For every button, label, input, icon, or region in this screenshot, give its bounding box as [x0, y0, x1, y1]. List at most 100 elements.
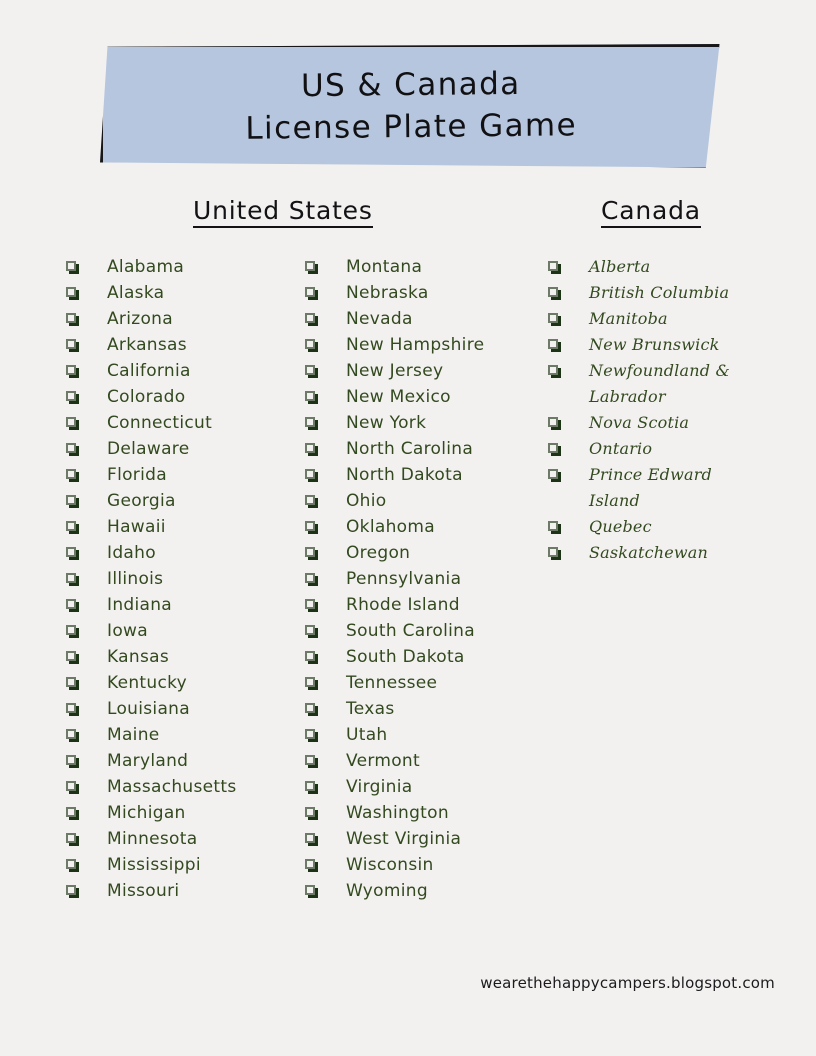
- checklist-item[interactable]: Mississippi: [66, 852, 296, 878]
- checklist-item[interactable]: Iowa: [66, 618, 296, 644]
- checkbox-icon[interactable]: [66, 391, 76, 401]
- checkbox-icon[interactable]: [548, 443, 558, 453]
- checkbox-icon[interactable]: [66, 625, 76, 635]
- checklist-item[interactable]: Maine: [66, 722, 296, 748]
- checklist-item[interactable]: Florida: [66, 462, 296, 488]
- checkbox-icon[interactable]: [66, 521, 76, 531]
- checkbox-icon[interactable]: [66, 443, 76, 453]
- checkbox-icon[interactable]: [66, 469, 76, 479]
- checkbox-icon[interactable]: [305, 859, 315, 869]
- checkbox-icon[interactable]: [305, 417, 315, 427]
- checklist-item[interactable]: Nova Scotia: [548, 410, 788, 436]
- checkbox-icon[interactable]: [548, 261, 558, 271]
- checklist-item[interactable]: Connecticut: [66, 410, 296, 436]
- checkbox-icon[interactable]: [305, 261, 315, 271]
- checkbox-icon[interactable]: [305, 755, 315, 765]
- checklist-item[interactable]: New Brunswick: [548, 332, 788, 358]
- checklist-item[interactable]: West Virginia: [305, 826, 555, 852]
- checkbox-icon[interactable]: [66, 417, 76, 427]
- checklist-item[interactable]: Maryland: [66, 748, 296, 774]
- checklist-item[interactable]: Minnesota: [66, 826, 296, 852]
- checklist-item[interactable]: Hawaii: [66, 514, 296, 540]
- checklist-item[interactable]: Oregon: [305, 540, 555, 566]
- checkbox-icon[interactable]: [305, 599, 315, 609]
- checkbox-icon[interactable]: [66, 885, 76, 895]
- checklist-item[interactable]: Manitoba: [548, 306, 788, 332]
- checkbox-icon[interactable]: [66, 365, 76, 375]
- checklist-item[interactable]: Louisiana: [66, 696, 296, 722]
- checklist-item[interactable]: Alaska: [66, 280, 296, 306]
- checklist-item[interactable]: Wyoming: [305, 878, 555, 904]
- checklist-item[interactable]: Idaho: [66, 540, 296, 566]
- checkbox-icon[interactable]: [305, 573, 315, 583]
- checklist-item[interactable]: Pennsylvania: [305, 566, 555, 592]
- checkbox-icon[interactable]: [66, 547, 76, 557]
- checklist-item[interactable]: Texas: [305, 696, 555, 722]
- checkbox-icon[interactable]: [305, 339, 315, 349]
- checklist-item[interactable]: Montana: [305, 254, 555, 280]
- checkbox-icon[interactable]: [305, 495, 315, 505]
- checkbox-icon[interactable]: [66, 729, 76, 739]
- checkbox-icon[interactable]: [305, 287, 315, 297]
- checkbox-icon[interactable]: [548, 417, 558, 427]
- checkbox-icon[interactable]: [305, 651, 315, 661]
- checkbox-icon[interactable]: [66, 859, 76, 869]
- checklist-item[interactable]: Virginia: [305, 774, 555, 800]
- checkbox-icon[interactable]: [66, 807, 76, 817]
- checkbox-icon[interactable]: [66, 833, 76, 843]
- checkbox-icon[interactable]: [66, 781, 76, 791]
- checkbox-icon[interactable]: [66, 651, 76, 661]
- checklist-item[interactable]: Wisconsin: [305, 852, 555, 878]
- checkbox-icon[interactable]: [305, 781, 315, 791]
- checkbox-icon[interactable]: [66, 339, 76, 349]
- checklist-item[interactable]: Delaware: [66, 436, 296, 462]
- checkbox-icon[interactable]: [305, 807, 315, 817]
- checkbox-icon[interactable]: [548, 287, 558, 297]
- checkbox-icon[interactable]: [548, 521, 558, 531]
- checklist-item[interactable]: South Carolina: [305, 618, 555, 644]
- checklist-item[interactable]: Quebec: [548, 514, 788, 540]
- checklist-item[interactable]: Ontario: [548, 436, 788, 462]
- checkbox-icon[interactable]: [66, 599, 76, 609]
- checklist-item[interactable]: Vermont: [305, 748, 555, 774]
- checkbox-icon[interactable]: [66, 287, 76, 297]
- checklist-item[interactable]: Alabama: [66, 254, 296, 280]
- checkbox-icon[interactable]: [305, 547, 315, 557]
- checkbox-icon[interactable]: [305, 729, 315, 739]
- checkbox-icon[interactable]: [305, 313, 315, 323]
- checkbox-icon[interactable]: [305, 521, 315, 531]
- checklist-item[interactable]: Kentucky: [66, 670, 296, 696]
- checklist-item[interactable]: Alberta: [548, 254, 788, 280]
- checkbox-icon[interactable]: [305, 703, 315, 713]
- checklist-item[interactable]: Illinois: [66, 566, 296, 592]
- checklist-item[interactable]: Colorado: [66, 384, 296, 410]
- checkbox-icon[interactable]: [66, 677, 76, 687]
- checkbox-icon[interactable]: [548, 339, 558, 349]
- checklist-item[interactable]: California: [66, 358, 296, 384]
- checkbox-icon[interactable]: [305, 365, 315, 375]
- checklist-item[interactable]: Saskatchewan: [548, 540, 788, 566]
- checklist-item[interactable]: New Hampshire: [305, 332, 555, 358]
- checklist-item[interactable]: Oklahoma: [305, 514, 555, 540]
- checklist-item[interactable]: Arkansas: [66, 332, 296, 358]
- checkbox-icon[interactable]: [548, 365, 558, 375]
- checkbox-icon[interactable]: [305, 677, 315, 687]
- checkbox-icon[interactable]: [66, 495, 76, 505]
- checkbox-icon[interactable]: [548, 313, 558, 323]
- checklist-item[interactable]: Newfoundland & Labrador: [548, 358, 788, 410]
- checkbox-icon[interactable]: [66, 573, 76, 583]
- checklist-item[interactable]: Indiana: [66, 592, 296, 618]
- checklist-item[interactable]: Washington: [305, 800, 555, 826]
- checklist-item[interactable]: Prince Edward Island: [548, 462, 788, 514]
- checkbox-icon[interactable]: [305, 625, 315, 635]
- checkbox-icon[interactable]: [548, 547, 558, 557]
- checkbox-icon[interactable]: [66, 755, 76, 765]
- checklist-item[interactable]: South Dakota: [305, 644, 555, 670]
- checkbox-icon[interactable]: [305, 469, 315, 479]
- checklist-item[interactable]: Ohio: [305, 488, 555, 514]
- checklist-item[interactable]: Massachusetts: [66, 774, 296, 800]
- checklist-item[interactable]: Tennessee: [305, 670, 555, 696]
- checklist-item[interactable]: Missouri: [66, 878, 296, 904]
- checklist-item[interactable]: Rhode Island: [305, 592, 555, 618]
- checkbox-icon[interactable]: [66, 261, 76, 271]
